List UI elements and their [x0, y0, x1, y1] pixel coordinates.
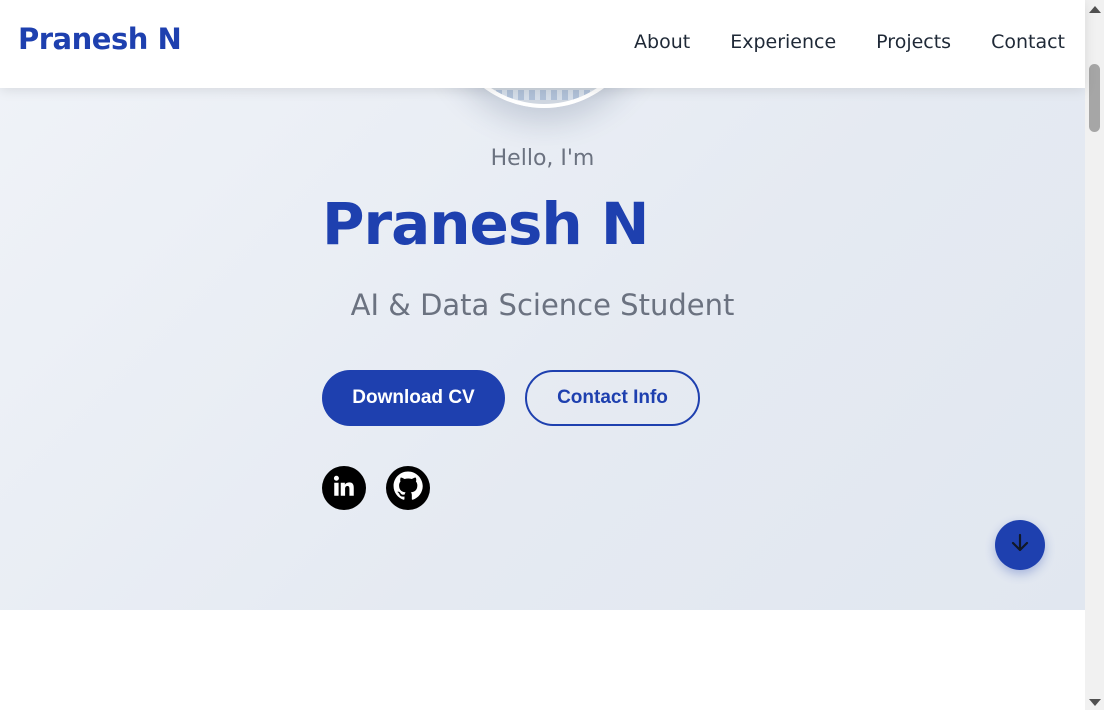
- hero-greeting: Hello, I'm: [490, 146, 595, 171]
- hero-name: Pranesh N: [322, 190, 649, 258]
- github-link[interactable]: [386, 466, 430, 510]
- brand-logo[interactable]: Pranesh N: [18, 22, 182, 56]
- contact-info-button[interactable]: Contact Info: [525, 370, 700, 426]
- scrollbar-thumb[interactable]: [1089, 64, 1100, 132]
- scroll-up-arrow-icon[interactable]: [1089, 6, 1101, 13]
- linkedin-icon: [331, 473, 357, 503]
- nav-link-experience[interactable]: Experience: [730, 31, 836, 53]
- vertical-scrollbar[interactable]: [1085, 0, 1104, 710]
- nav-links: About Experience Projects Contact: [634, 31, 1065, 53]
- nav-link-contact[interactable]: Contact: [991, 31, 1065, 53]
- scroll-down-arrow-icon[interactable]: [1089, 699, 1101, 706]
- arrow-down-icon: [1008, 531, 1032, 559]
- github-icon: [391, 469, 425, 507]
- linkedin-link[interactable]: [322, 466, 366, 510]
- hero-section: Hello, I'm Pranesh N AI & Data Science S…: [0, 0, 1085, 610]
- scroll-down-button[interactable]: [995, 520, 1045, 570]
- top-navbar: Pranesh N About Experience Projects Cont…: [0, 0, 1085, 88]
- profile-photo-detail: [474, 90, 614, 100]
- nav-link-about[interactable]: About: [634, 31, 690, 53]
- hero-subtitle: AI & Data Science Student: [350, 288, 735, 322]
- nav-link-projects[interactable]: Projects: [876, 31, 951, 53]
- download-cv-button[interactable]: Download CV: [322, 370, 505, 426]
